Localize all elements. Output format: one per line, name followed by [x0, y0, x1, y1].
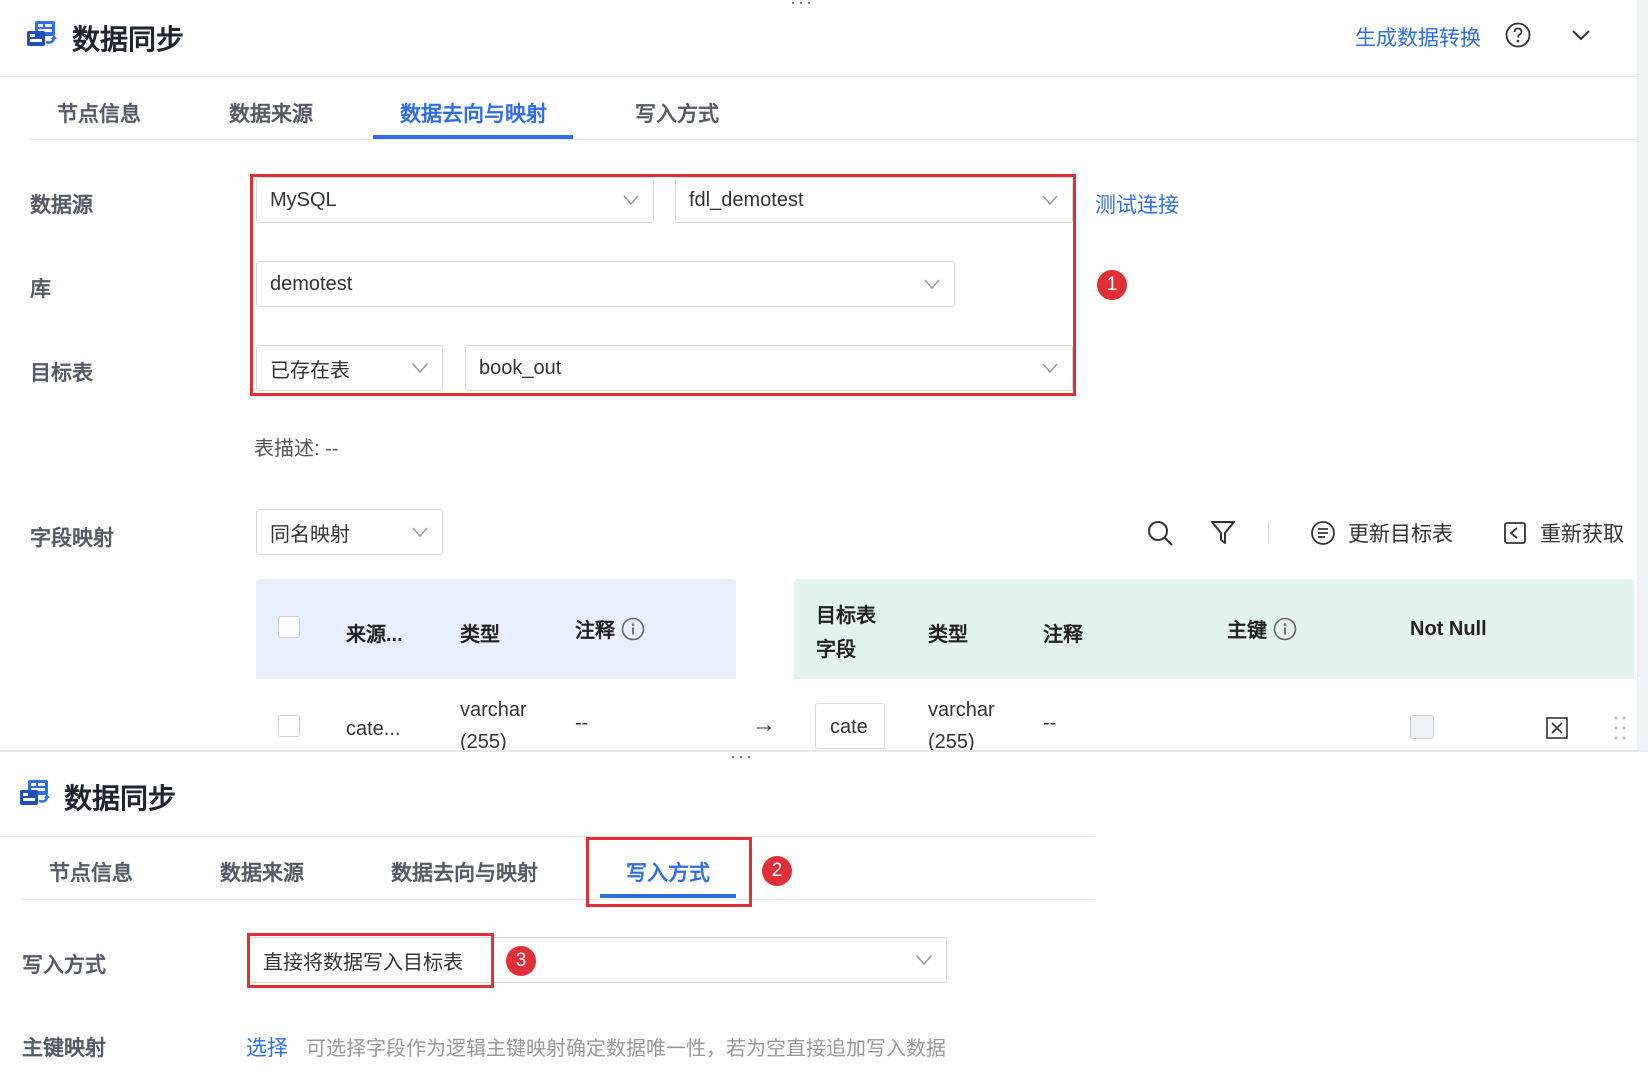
annotation-badge-1: 1	[1097, 270, 1127, 300]
data-sync-icon	[20, 780, 50, 805]
tabs-divider	[22, 899, 1095, 900]
annotation-box-3	[247, 933, 494, 988]
data-sync-icon	[27, 21, 57, 46]
target-row-type-cont: (255)	[928, 731, 975, 750]
generate-transform-link[interactable]: 生成数据转换	[1355, 22, 1481, 52]
tab-node-info[interactable]: 节点信息	[57, 98, 141, 128]
database-label: 库	[30, 278, 51, 301]
target-col-comment: 注释	[1043, 624, 1083, 646]
write-mode-label: 写入方式	[22, 954, 106, 977]
sync-panel-mapping: ··· 数据同步 生成数据转换 节点信息 数据来源 数据去向与映射 写入方式 数…	[0, 0, 1648, 750]
not-null-checkbox[interactable]	[1410, 715, 1434, 739]
target-col-not-null: Not Null	[1410, 618, 1487, 640]
datasource-label: 数据源	[30, 194, 93, 217]
target-col-field-line1: 目标表	[816, 605, 876, 627]
select-primary-key-link[interactable]: 选择	[246, 1032, 288, 1062]
tab-data-source[interactable]: 数据来源	[229, 98, 313, 128]
toolbar-divider	[1268, 522, 1269, 544]
source-col-type: 类型	[460, 624, 500, 646]
annotation-box-2	[586, 837, 752, 907]
source-row-field: cate...	[346, 718, 401, 740]
source-row-type: varchar	[460, 699, 527, 721]
target-table-header	[794, 579, 1634, 679]
tab-destination-mapping[interactable]: 数据去向与映射	[400, 98, 547, 128]
target-row-field: cate	[830, 716, 868, 738]
field-mapping-value: 同名映射	[270, 523, 350, 546]
field-mapping-label: 字段映射	[30, 527, 114, 550]
refetch-icon	[1504, 522, 1526, 544]
source-col-comment: 注释	[575, 614, 645, 643]
target-col-primary-key: 主键	[1227, 614, 1297, 643]
annotation-box-1	[250, 174, 1076, 396]
tab-data-source[interactable]: 数据来源	[220, 857, 304, 887]
tab-destination-mapping[interactable]: 数据去向与映射	[391, 857, 538, 887]
tab-node-info[interactable]: 节点信息	[49, 857, 133, 887]
page-title: 数据同步	[72, 24, 185, 55]
primary-key-hint: 可选择字段作为逻辑主键映射确定数据唯一性，若为空直接追加写入数据	[306, 1038, 946, 1060]
drag-handle-dots[interactable]: ···	[730, 752, 754, 767]
tabs-divider	[30, 139, 1648, 140]
info-icon[interactable]	[1273, 617, 1297, 641]
test-connection-link[interactable]: 测试连接	[1095, 189, 1179, 219]
help-icon[interactable]	[1505, 22, 1531, 48]
info-icon[interactable]	[621, 617, 645, 641]
annotation-badge-2: 2	[762, 856, 792, 886]
delete-row-icon[interactable]	[1545, 716, 1569, 740]
target-col-field-line2: 字段	[816, 639, 856, 661]
row-checkbox[interactable]	[278, 715, 300, 737]
source-row-comment: --	[575, 712, 589, 734]
vertical-scrollbar[interactable]	[1637, 0, 1648, 750]
refetch-button[interactable]: 重新获取	[1502, 518, 1624, 548]
target-col-type: 类型	[928, 624, 968, 646]
source-col-comment-label: 注释	[575, 620, 615, 642]
update-target-button[interactable]: 更新目标表	[1310, 518, 1453, 548]
sync-panel-write-mode: ··· 数据同步 节点信息 数据来源 数据去向与映射 写入方式 2 写入方式 直…	[0, 752, 1100, 1073]
chevron-down-icon[interactable]	[1570, 24, 1592, 46]
refetch-label: 重新获取	[1540, 523, 1624, 546]
update-target-label: 更新目标表	[1348, 523, 1453, 546]
field-mapping-select[interactable]: 同名映射	[256, 509, 443, 555]
tab-write-mode[interactable]: 写入方式	[635, 98, 719, 128]
chevron-down-icon	[916, 955, 932, 966]
target-row-type: varchar	[928, 699, 995, 721]
drag-row-icon[interactable]	[1613, 714, 1627, 742]
target-table-label: 目标表	[30, 362, 93, 385]
primary-key-mapping-label: 主键映射	[22, 1037, 106, 1060]
target-field-input[interactable]: cate	[815, 703, 885, 749]
search-icon[interactable]	[1146, 519, 1174, 547]
table-description: 表描述: --	[254, 432, 338, 461]
update-icon	[1311, 521, 1335, 545]
mapping-arrow-icon: →	[752, 711, 776, 738]
drag-handle-dots[interactable]: ···	[790, 0, 814, 13]
source-row-type-cont: (255)	[460, 731, 507, 750]
page-title: 数据同步	[64, 783, 177, 814]
target-col-primary-key-label: 主键	[1227, 620, 1267, 642]
filter-icon[interactable]	[1210, 519, 1236, 547]
table-description-value: --	[325, 438, 339, 460]
header-divider	[0, 76, 1648, 77]
table-description-label: 表描述:	[254, 438, 320, 460]
target-row-comment: --	[1043, 712, 1057, 734]
chevron-down-icon	[412, 527, 428, 538]
header-divider	[0, 836, 1095, 837]
source-col-field: 来源...	[346, 624, 403, 646]
select-all-checkbox[interactable]	[278, 616, 300, 638]
annotation-badge-3: 3	[506, 946, 536, 976]
